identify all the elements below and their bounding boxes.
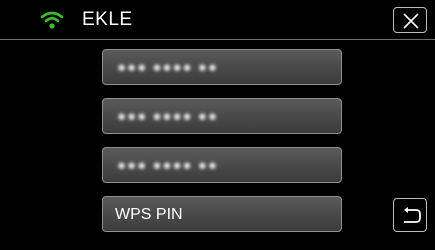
- network-name-blurred: ●●● ●●●● ●●: [117, 157, 218, 174]
- network-list-item[interactable]: ●●● ●●●● ●●: [102, 98, 342, 134]
- network-list-item[interactable]: ●●● ●●●● ●●: [102, 147, 342, 183]
- page-title: EKLE: [82, 9, 133, 30]
- wifi-icon: [40, 10, 64, 30]
- add-network-screen: EKLE ●●● ●●●● ●● ●●● ●●●● ●● ●●● ●●●● ●●…: [0, 0, 435, 250]
- network-name-blurred: ●●● ●●●● ●●: [117, 59, 218, 76]
- header-divider: [0, 39, 435, 40]
- close-button[interactable]: [393, 7, 427, 33]
- network-name-blurred: ●●● ●●●● ●●: [117, 108, 218, 125]
- header-bar: EKLE: [0, 0, 435, 38]
- wps-pin-button[interactable]: WPS PIN: [102, 196, 342, 232]
- network-list-item[interactable]: ●●● ●●●● ●●: [102, 49, 342, 85]
- wps-pin-label: WPS PIN: [115, 206, 183, 223]
- back-button[interactable]: [393, 198, 427, 232]
